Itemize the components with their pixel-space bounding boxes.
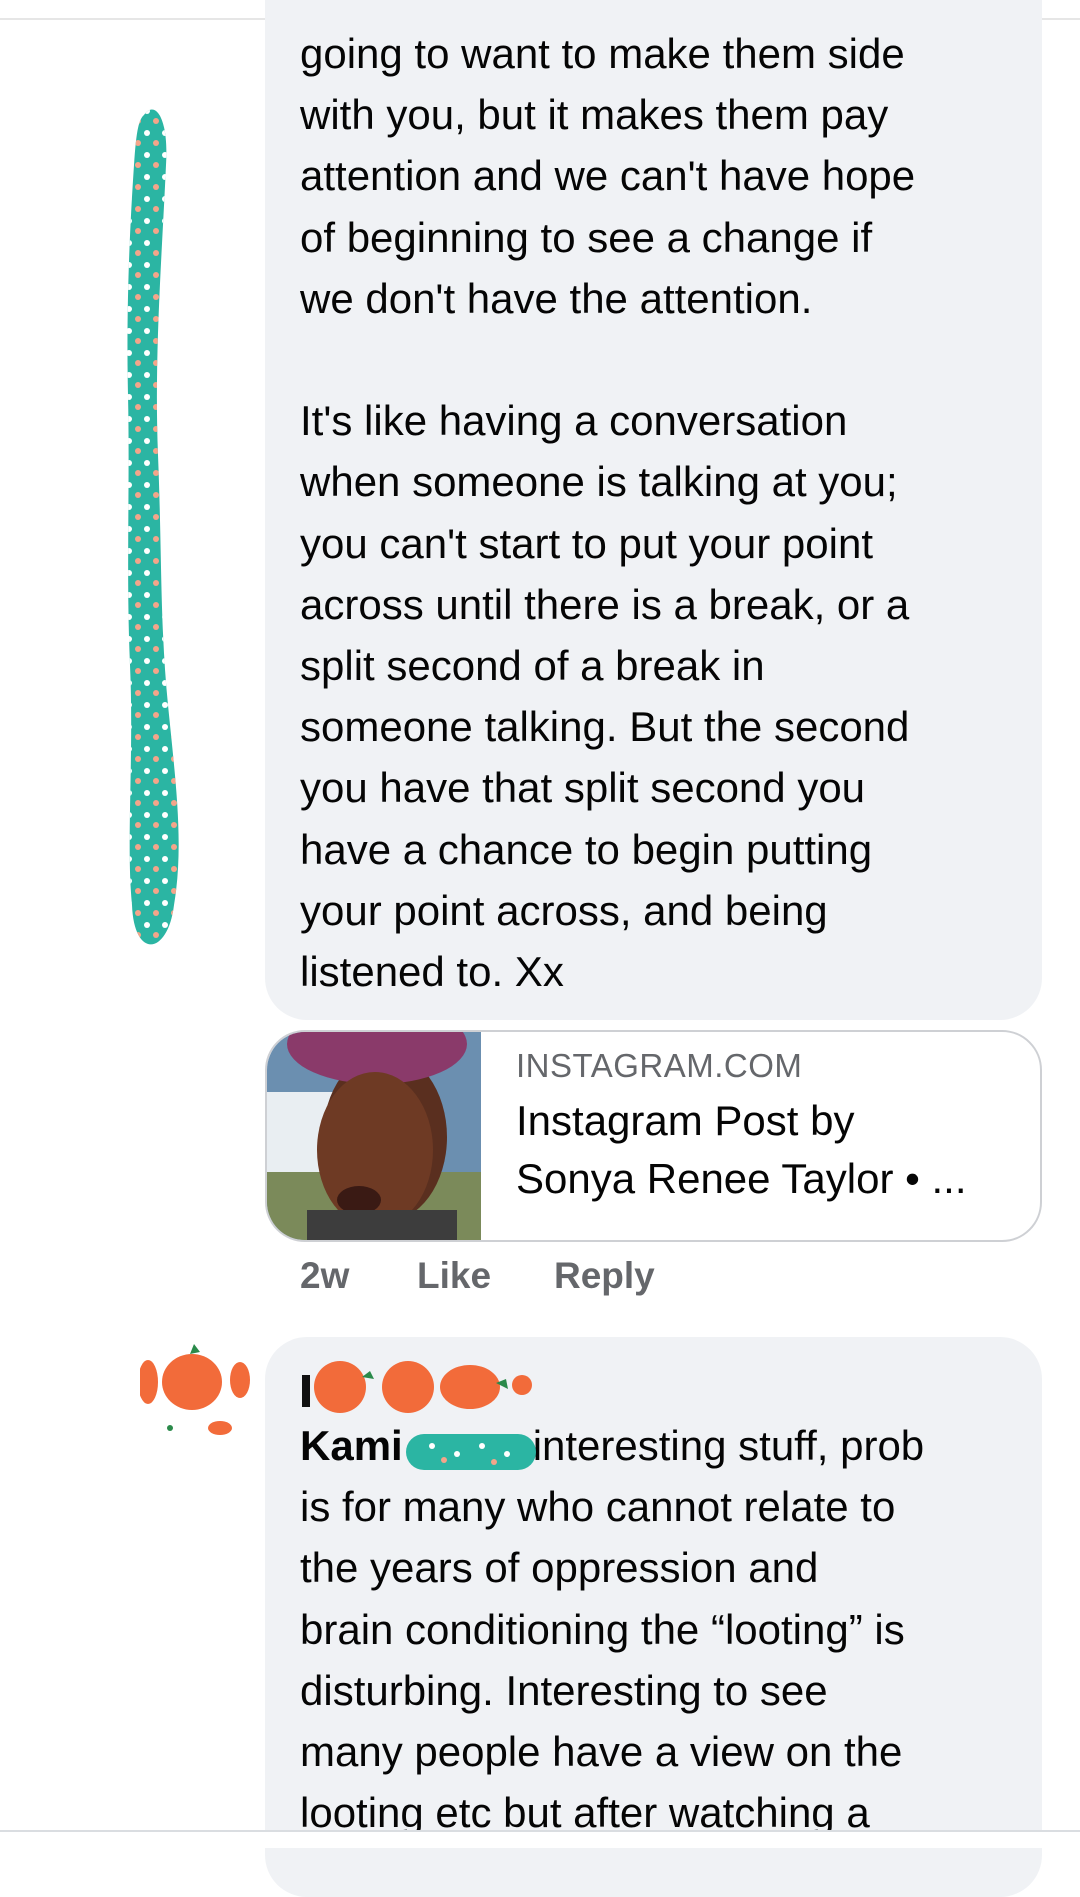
like-button[interactable]: Like — [417, 1255, 491, 1297]
comment-2-body: interesting stuff, prob is for many who … — [300, 1422, 925, 1837]
name-redaction-scribble — [406, 1434, 536, 1470]
comment-age: 2w — [300, 1255, 350, 1296]
redacted-name-header — [302, 1361, 532, 1413]
link-domain: INSTAGRAM.COM — [516, 1047, 803, 1084]
redaction-scribble — [127, 109, 179, 945]
avatar[interactable] — [140, 1340, 250, 1440]
comment-author[interactable]: Kami — [300, 1422, 403, 1469]
link-title[interactable]: Instagram Post by Sonya Renee Taylor • .… — [516, 1092, 1016, 1208]
comment-1-text: going to want to make them side with you… — [300, 30, 916, 996]
reply-button[interactable]: Reply — [554, 1255, 655, 1297]
bottom-divider — [0, 1830, 1080, 1848]
link-thumbnail — [267, 1032, 481, 1240]
comment-2-text: Kami interesting stuff, prob is for many … — [300, 1415, 1020, 1843]
